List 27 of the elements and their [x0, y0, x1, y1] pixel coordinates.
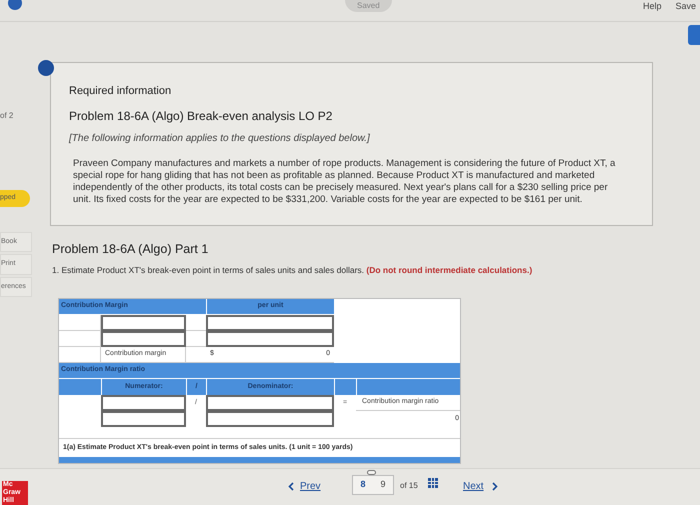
input-field[interactable] — [101, 411, 186, 427]
page-total: of 15 — [400, 480, 418, 492]
required-heading: Required information — [69, 84, 172, 99]
input-field[interactable] — [206, 411, 334, 427]
input-field[interactable] — [101, 331, 186, 347]
chevron-right-icon — [492, 482, 498, 491]
page-count: of 2 — [0, 110, 14, 122]
part-title: Problem 18-6A (Algo) Part 1 — [52, 241, 208, 258]
table-cell — [334, 379, 356, 395]
input-field[interactable] — [206, 315, 334, 331]
header-link[interactable]: Help — [642, 0, 662, 14]
next-button[interactable]: Next — [463, 479, 498, 494]
prev-button[interactable]: Prev — [288, 479, 321, 494]
input-field[interactable] — [101, 315, 186, 331]
input-field[interactable] — [206, 395, 334, 411]
input-field[interactable] — [206, 331, 334, 347]
table-cell — [59, 379, 101, 395]
input-field[interactable] — [101, 395, 186, 411]
grid-icon[interactable] — [428, 478, 438, 488]
problem-description: Praveen Company manufactures and markets a number of rope products. Management is considering the future of Product XT, a special rope for hang gliding that has not been as profitable as planned. Because Product XT is manufactured and marketed independently of the other products, its total costs can be precisely measured. Next year's plans call for a $230 selling price per unit. Its fixed costs for the year are expected to be $331,200. Variable costs for the year are expected to be $161 per unit. — [72, 158, 616, 206]
chevron-left-icon — [288, 482, 294, 491]
page-selector[interactable]: 8 9 — [352, 475, 394, 495]
header-link[interactable]: Save — [675, 0, 696, 14]
saved-status: Saved — [345, 0, 392, 12]
question-text: 1. Estimate Product XT's break-even point in terms of sales units and sales dollars. (Do not round intermediate calculations.) — [52, 264, 532, 277]
problem-title: Problem 18-6A (Algo) Break-even analysis LO P2 — [69, 108, 334, 124]
info-note: [The following information applies to the questions displayed below.] — [69, 132, 371, 146]
